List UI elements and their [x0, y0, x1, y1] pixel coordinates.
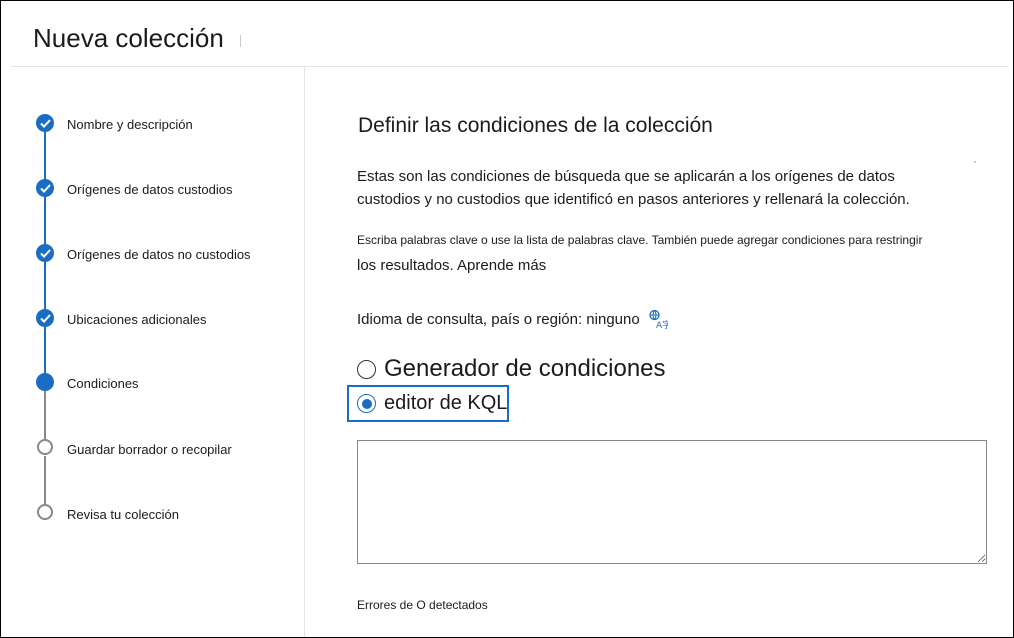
- step-complete-icon: [36, 179, 54, 197]
- kql-editor-label: editor de KQL: [384, 392, 508, 414]
- query-language-row[interactable]: Idioma de consulta, país o región: ningu…: [357, 309, 671, 331]
- section-heading: Definir las condiciones de la colección: [358, 114, 713, 137]
- error-status: Errores de O detectados: [357, 598, 488, 612]
- option-condition-builder[interactable]: Generador de condiciones: [357, 355, 666, 383]
- step-name-description[interactable]: Nombre y descripción: [67, 117, 193, 132]
- step-connector: [44, 391, 46, 440]
- step-pending-icon: [37, 439, 53, 455]
- query-language-label: Idioma de consulta, país o región: ningu…: [357, 310, 640, 328]
- step-conditions[interactable]: Condiciones: [67, 376, 139, 391]
- step-current-icon: [36, 373, 54, 391]
- step-connector: [44, 132, 46, 180]
- stepper-divider: [304, 67, 305, 637]
- option-kql-editor[interactable]: editor de KQL: [357, 392, 507, 415]
- step-connector: [44, 197, 46, 245]
- step-connector: [44, 262, 46, 310]
- divider-mark: [974, 161, 976, 163]
- step-additional-locations[interactable]: Ubicaciones adicionales: [67, 312, 206, 327]
- hint-text: Escriba palabras clave o use la lista de…: [357, 233, 923, 247]
- step-complete-icon: [36, 114, 54, 132]
- svg-text:A字: A字: [656, 319, 668, 329]
- step-review[interactable]: Revisa tu colección: [67, 507, 179, 522]
- title-separator: [240, 35, 241, 47]
- step-noncustodial-sources[interactable]: Orígenes de datos no custodios: [67, 247, 251, 262]
- step-connector: [44, 456, 46, 505]
- radio-checked[interactable]: [357, 394, 376, 413]
- intro-text: Estas son las condiciones de búsqueda qu…: [357, 165, 957, 211]
- page-title: Nueva colección: [33, 23, 224, 53]
- step-complete-icon: [36, 309, 54, 327]
- intro-line: Estas son las condiciones de búsqueda qu…: [357, 168, 895, 185]
- step-complete-icon: [36, 244, 54, 262]
- new-collection-panel: Nueva colección Nombre y descripción Orí…: [0, 0, 1014, 638]
- header-divider: [11, 66, 1009, 67]
- step-save-or-collect[interactable]: Guardar borrador o recopilar: [67, 442, 232, 457]
- hint-text-learn-more[interactable]: los resultados. Aprende más: [357, 257, 546, 274]
- step-pending-icon: [37, 504, 53, 520]
- intro-line: custodios y no custodios que identificó …: [357, 191, 910, 208]
- kql-query-input[interactable]: [357, 440, 987, 564]
- condition-builder-label: Generador de condiciones: [384, 355, 666, 382]
- radio-unchecked[interactable]: [357, 359, 376, 379]
- step-connector: [44, 327, 46, 374]
- step-custodial-sources[interactable]: Orígenes de datos custodios: [67, 182, 233, 197]
- translate-icon[interactable]: A字: [648, 309, 671, 331]
